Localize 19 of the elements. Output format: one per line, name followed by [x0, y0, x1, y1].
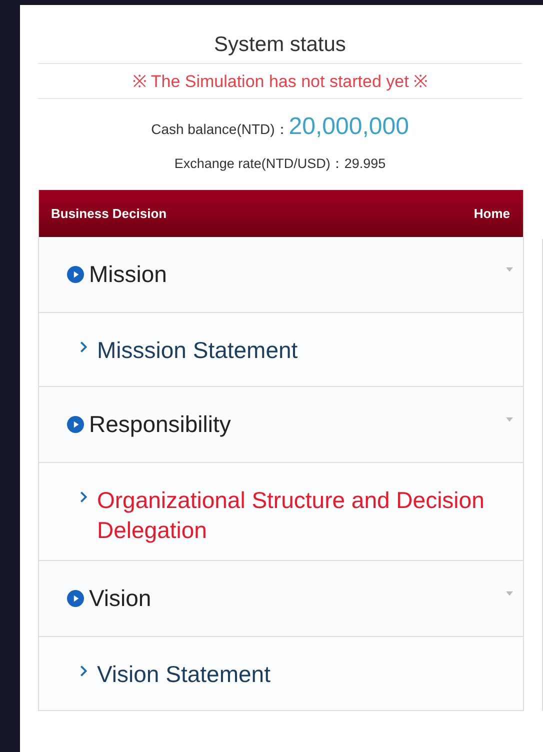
chevron-icon	[80, 491, 87, 503]
exchange-rate-text: Exchange rate(NTD/USD)：29.995	[173, 155, 387, 173]
menu-section[interactable]: Responsibility	[39, 387, 523, 463]
menu-title: Business Decision	[51, 206, 167, 221]
home-link[interactable]: Home	[474, 206, 510, 221]
play-circle-icon	[67, 590, 84, 607]
play-circle-icon	[67, 416, 84, 433]
section-title: Vision	[89, 585, 152, 612]
section-title: Responsibility	[89, 411, 232, 438]
cash-value: 20,000,000	[288, 113, 409, 140]
status-title: System status	[38, 33, 522, 64]
section-title: Mission	[89, 261, 168, 288]
chevron-icon	[80, 665, 87, 677]
menu-section[interactable]: Vision	[39, 561, 523, 637]
menu-section[interactable]: Mission	[39, 237, 523, 313]
play-circle-icon	[67, 266, 84, 283]
notice-text: ※ The Simulation has not started yet ※	[38, 64, 522, 99]
cash-label: Cash balance(NTD)：	[151, 121, 289, 137]
chevron-icon	[80, 341, 87, 353]
